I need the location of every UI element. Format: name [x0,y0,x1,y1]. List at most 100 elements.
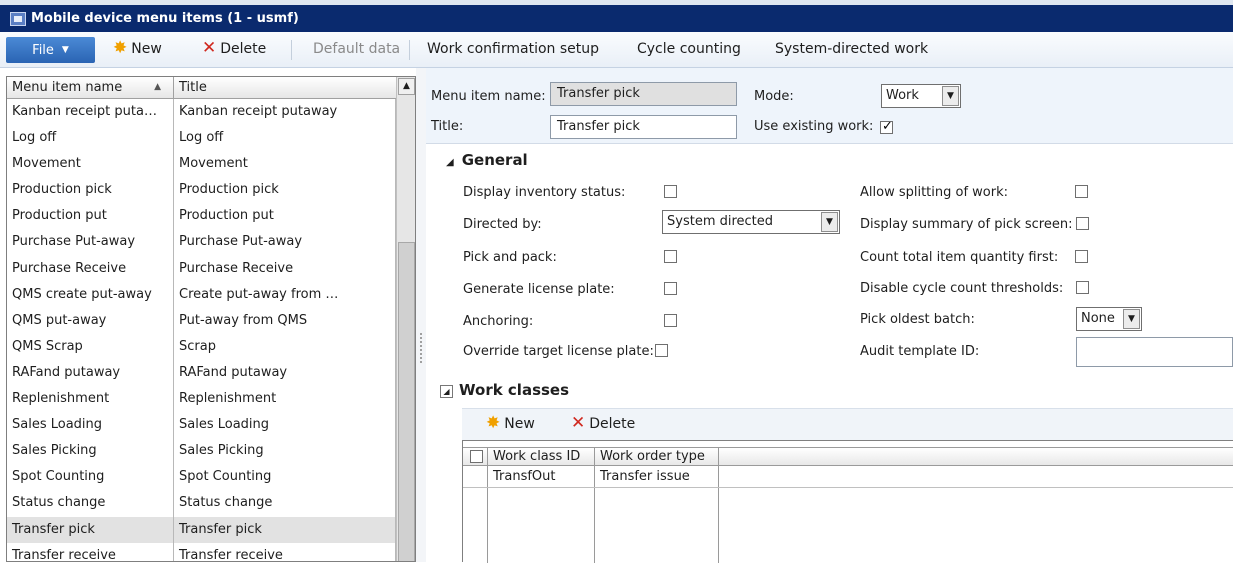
list-item[interactable]: Purchase Put-away Purchase Put-away [7,229,396,256]
directed-by-select[interactable]: System directed ▼ [662,210,840,234]
title-cell: Transfer receive [174,542,396,561]
mode-label: Mode: [754,89,794,104]
scroll-up-icon[interactable]: ▲ [398,78,415,95]
menu-item-name-cell: Transfer receive [7,542,174,561]
menu-item-name-cell: Purchase Put-away [7,229,174,256]
column-header-menu-item-name[interactable]: Menu item name ▲ [7,77,174,99]
list-item[interactable]: RAFand putaway RAFand putaway [7,359,396,387]
pick-and-pack-label: Pick and pack: [463,250,557,265]
work-classes-delete-button[interactable]: ✕ Delete [571,413,635,433]
list-item[interactable]: Movement Movement [7,151,396,178]
delete-label: Delete [220,41,267,57]
directed-by-label: Directed by: [463,217,542,232]
delete-x-icon: ✕ [202,38,217,58]
work-classes-new-button[interactable]: ✸ New [486,415,535,433]
use-existing-work-checkbox[interactable] [880,119,893,134]
file-menu-label: File [32,42,54,58]
display-summary-checkbox[interactable] [1076,217,1089,230]
list-item[interactable]: Purchase Receive Purchase Receive [7,255,396,282]
menu-item-name-cell: Production put [7,203,174,230]
title-cell: Replenishment [174,386,396,413]
table-row[interactable]: TransfOut Transfer issue [463,466,1233,488]
work-confirmation-setup-button[interactable]: Work confirmation setup [427,41,599,57]
default-data-button[interactable]: Default data [313,41,400,57]
cycle-counting-button[interactable]: Cycle counting [637,41,741,57]
allow-splitting-checkbox[interactable] [1075,185,1088,198]
system-directed-work-button[interactable]: System-directed work [775,41,928,57]
new-button[interactable]: ✸ New [113,38,162,58]
general-section-header[interactable]: ◢ General [446,151,528,169]
splitter-grip [420,333,422,363]
work-classes-header: Work class ID Work order type [463,447,1233,466]
toolbar-separator [291,40,292,60]
audit-template-id-field[interactable] [1076,337,1233,367]
display-inventory-status-checkbox[interactable] [664,185,677,198]
list-item[interactable]: Kanban receipt puta… Kanban receipt putaw… [7,99,396,126]
work-classes-section-header[interactable]: ◢ Work classes [440,381,569,399]
audit-template-id-label: Audit template ID: [860,344,980,359]
menu-item-name-cell: Kanban receipt puta… [7,99,174,126]
chevron-down-icon: ▼ [942,86,959,106]
list-item[interactable]: QMS Scrap Scrap [7,333,396,360]
pick-oldest-batch-value: None [1081,311,1115,326]
delete-x-icon: ✕ [571,413,586,433]
list-item[interactable]: Replenishment Replenishment [7,386,396,413]
list-item[interactable]: Transfer pick Transfer pick [7,516,396,543]
display-inventory-status-label: Display inventory status: [463,185,626,200]
title-cell: Put-away from QMS [174,307,396,334]
pane-splitter[interactable] [416,68,426,562]
title-cell: Transfer pick [174,516,396,543]
list-item[interactable]: Transfer receive Transfer receive [7,542,396,561]
toolbar-separator [409,40,410,60]
generate-license-plate-label: Generate license plate: [463,282,615,297]
pick-oldest-batch-select[interactable]: None ▼ [1076,307,1142,331]
title-cell: Movement [174,151,396,178]
mode-value: Work [886,88,919,103]
title-cell: Spot Counting [174,464,396,491]
list-item[interactable]: Production pick Production pick [7,177,396,204]
title-cell: Sales Loading [174,412,396,439]
mode-select[interactable]: Work ▼ [881,84,961,108]
pick-and-pack-checkbox[interactable] [664,250,677,263]
menu-item-name-cell: Transfer pick [7,516,174,543]
column-header-work-order-type[interactable]: Work order type [595,448,719,465]
menu-item-name-cell: RAFand putaway [7,359,174,387]
title-cell: Create put-away from … [174,281,396,308]
delete-button[interactable]: ✕ Delete [202,38,267,58]
title-cell: Scrap [174,333,396,360]
collapse-triangle-icon: ◢ [446,157,454,168]
chevron-down-icon: ▼ [1123,309,1140,329]
disable-cycle-count-checkbox[interactable] [1076,281,1089,294]
column-header-title[interactable]: Title [174,77,396,99]
override-target-license-plate-checkbox[interactable] [655,344,668,357]
list-item[interactable]: Production put Production put [7,203,396,230]
list-item[interactable]: Spot Counting Spot Counting [7,464,396,491]
list-item[interactable]: Sales Loading Sales Loading [7,412,396,439]
list-item[interactable]: QMS create put-away Create put-away from … [7,281,396,308]
title-field[interactable]: Transfer pick [550,115,737,139]
chevron-down-icon: ▼ [61,45,69,55]
new-star-icon: ✸ [113,38,128,58]
column-header-work-class-id[interactable]: Work class ID [488,448,595,465]
new-label: New [131,41,162,57]
menu-item-name-cell: Spot Counting [7,464,174,491]
title-cell: RAFand putaway [174,359,396,387]
generate-license-plate-checkbox[interactable] [664,282,677,295]
title-cell: Production pick [174,177,396,204]
anchoring-checkbox[interactable] [664,314,677,327]
menu-item-name-field[interactable]: Transfer pick [550,82,737,106]
list-item[interactable]: Status change Status change [7,490,396,517]
override-target-license-plate-label: Override target license plate: [463,344,654,359]
count-total-checkbox[interactable] [1075,250,1088,263]
header-fields: Menu item name: Transfer pick Title: Tra… [426,68,1233,144]
scrollbar-thumb[interactable] [398,242,415,561]
title-cell: Kanban receipt putaway [174,99,396,126]
select-all-checkbox[interactable] [470,450,483,463]
chevron-down-icon: ▼ [821,212,838,232]
list-item[interactable]: Sales Picking Sales Picking [7,438,396,465]
file-menu-button[interactable]: File ▼ [6,37,95,63]
list-item[interactable]: Log off Log off [7,125,396,152]
vertical-scrollbar[interactable]: ▲ [396,77,415,561]
list-item[interactable]: QMS put-away Put-away from QMS [7,307,396,334]
grid-header: Menu item name ▲ Title [7,77,396,99]
